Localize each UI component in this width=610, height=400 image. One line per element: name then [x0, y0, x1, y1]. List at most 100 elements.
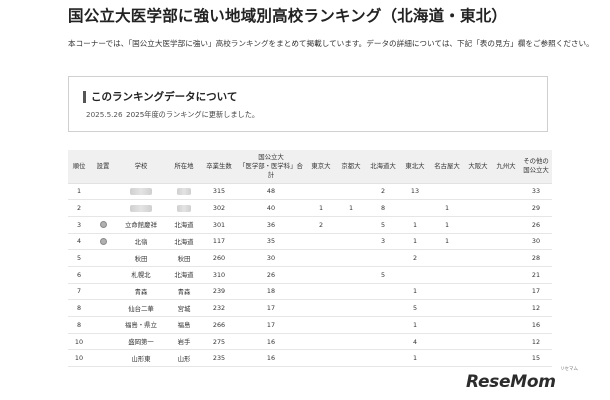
cell-tokyo — [306, 233, 336, 251]
cell-school: 盛岡第一 — [116, 333, 166, 351]
cell-total: 36 — [236, 216, 306, 234]
cell-kyushu — [492, 349, 520, 368]
cell-total: 16 — [236, 333, 306, 351]
cell-osaka — [464, 299, 492, 317]
cell-rank: 6 — [68, 266, 90, 284]
cell-type — [90, 316, 116, 334]
cell-nagoya — [430, 299, 464, 317]
cell-total: 26 — [236, 266, 306, 284]
resemom-logo-sub: リセマム — [560, 367, 578, 372]
cell-nagoya — [430, 283, 464, 301]
cell-total: 35 — [236, 233, 306, 251]
cell-kyushu — [492, 199, 520, 217]
cell-school: 仙台二華 — [116, 299, 166, 317]
cell-nagoya — [430, 349, 464, 368]
cell-rank: 5 — [68, 249, 90, 267]
cell-rank: 3 — [68, 216, 90, 234]
cell-location — [166, 199, 202, 217]
cell-kyushu — [492, 249, 520, 267]
table-row: 7 青森 青森 239 18 1 17 — [68, 283, 552, 301]
notice-date: 2025.5.26 — [86, 110, 123, 119]
cell-tohoku: 5 — [400, 299, 430, 317]
cell-kyoto — [336, 333, 366, 351]
redacted-text — [130, 204, 152, 212]
cell-grads: 260 — [202, 249, 236, 267]
cell-nagoya: 1 — [430, 199, 464, 217]
table-row: 3 立命館慶祥 北海道 301 36 2 5 1 1 26 — [68, 216, 552, 234]
cell-other: 21 — [520, 266, 552, 284]
cell-type — [90, 266, 116, 284]
table-row: 5 秋田 秋田 260 30 2 28 — [68, 249, 552, 267]
cell-grads: 315 — [202, 183, 236, 201]
cell-osaka — [464, 349, 492, 368]
cell-osaka — [464, 266, 492, 284]
cell-tokyo: 2 — [306, 216, 336, 234]
redacted-text — [177, 204, 191, 212]
cell-grads: 266 — [202, 316, 236, 334]
cell-tohoku: 1 — [400, 283, 430, 301]
table-row: 6 札幌北 北海道 310 26 5 21 — [68, 266, 552, 284]
column-header-osaka: 大阪大 — [464, 150, 492, 184]
cell-location: 北海道 — [166, 216, 202, 234]
redacted-text — [130, 187, 152, 195]
cell-location: 福島 — [166, 316, 202, 334]
cell-tokyo — [306, 316, 336, 334]
cell-tohoku: 1 — [400, 216, 430, 234]
cell-kyoto — [336, 249, 366, 267]
column-header-tokyo: 東京大 — [306, 150, 336, 184]
cell-kyoto — [336, 233, 366, 251]
cell-location — [166, 183, 202, 201]
column-header-kyushu: 九州大 — [492, 150, 520, 184]
cell-kyoto — [336, 183, 366, 201]
cell-total: 18 — [236, 283, 306, 301]
cell-other: 33 — [520, 183, 552, 201]
cell-kyushu — [492, 333, 520, 351]
cell-school: 山形東 — [116, 349, 166, 368]
cell-kyushu — [492, 283, 520, 301]
column-header-grads: 卒業生数 — [202, 150, 236, 184]
cell-kyushu — [492, 233, 520, 251]
cell-kyoto — [336, 266, 366, 284]
cell-total: 17 — [236, 316, 306, 334]
cell-total: 30 — [236, 249, 306, 267]
cell-location: 山形 — [166, 349, 202, 368]
cell-kyushu — [492, 183, 520, 201]
cell-hokkaido — [366, 299, 400, 317]
cell-hokkaido — [366, 349, 400, 368]
cell-type — [90, 216, 116, 234]
cell-other: 30 — [520, 233, 552, 251]
cell-kyoto — [336, 299, 366, 317]
cell-kyushu — [492, 266, 520, 284]
column-header-kyoto: 京都大 — [336, 150, 366, 184]
school-type-icon — [99, 237, 107, 245]
cell-osaka — [464, 333, 492, 351]
cell-total: 40 — [236, 199, 306, 217]
cell-school — [116, 199, 166, 217]
cell-tohoku: 1 — [400, 349, 430, 368]
table-row: 8 仙台二華 宮城 232 17 5 12 — [68, 299, 552, 317]
cell-grads: 301 — [202, 216, 236, 234]
cell-hokkaido — [366, 283, 400, 301]
column-header-total: 国公立大 「医学部・医学科」合計 — [236, 150, 306, 184]
cell-tokyo — [306, 299, 336, 317]
cell-rank: 10 — [68, 333, 90, 351]
cell-kyoto — [336, 349, 366, 368]
cell-kyoto — [336, 316, 366, 334]
cell-location: 岩手 — [166, 333, 202, 351]
cell-tohoku — [400, 266, 430, 284]
cell-nagoya — [430, 333, 464, 351]
cell-tokyo — [306, 266, 336, 284]
cell-hokkaido: 5 — [366, 216, 400, 234]
redacted-text — [177, 187, 191, 195]
cell-grads: 117 — [202, 233, 236, 251]
cell-osaka — [464, 249, 492, 267]
cell-tohoku: 1 — [400, 316, 430, 334]
cell-school: 福島・県立 — [116, 316, 166, 334]
cell-kyushu — [492, 216, 520, 234]
cell-kyoto — [336, 216, 366, 234]
column-header-hokkaido: 北海道大 — [366, 150, 400, 184]
column-header-tohoku: 東北大 — [400, 150, 430, 184]
cell-hokkaido: 2 — [366, 183, 400, 201]
cell-tokyo — [306, 349, 336, 368]
cell-location: 秋田 — [166, 249, 202, 267]
